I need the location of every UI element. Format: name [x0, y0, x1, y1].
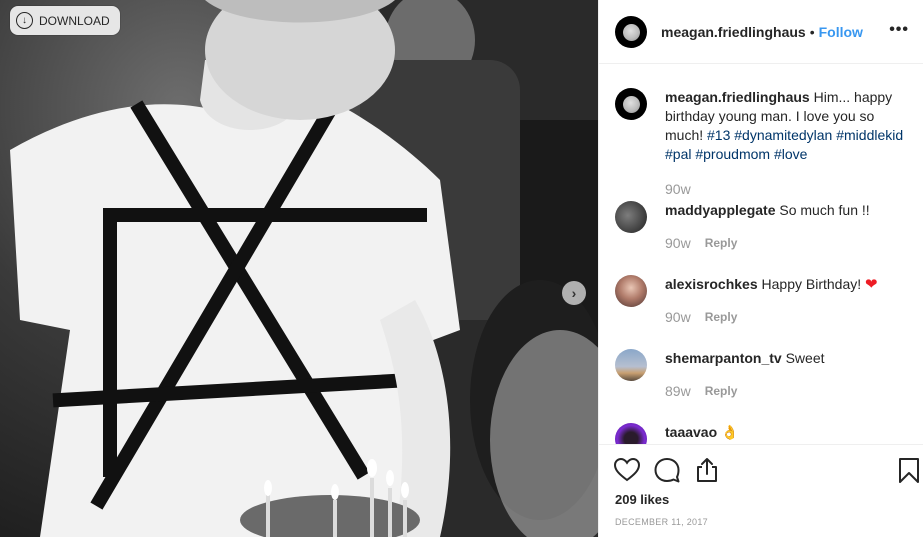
comment-meta: 90w: [665, 180, 908, 199]
post-actions: 209 likes DECEMBER 11, 2017: [599, 444, 923, 537]
download-button[interactable]: ↓ DOWNLOAD: [10, 6, 120, 35]
comment-text: alexisrochkes Happy Birthday! ❤: [665, 275, 878, 294]
separator-dot: •: [809, 23, 815, 40]
share-button[interactable]: [693, 456, 721, 484]
commenter-avatar[interactable]: [615, 88, 647, 120]
download-label: DOWNLOAD: [39, 13, 110, 28]
ok-hand-emoji-icon: 👌: [721, 424, 739, 440]
author-username[interactable]: meagan.friedlinghaus: [661, 24, 806, 40]
commenter-avatar[interactable]: [615, 275, 647, 307]
comment-body: Sweet: [785, 350, 825, 366]
hashtag-link[interactable]: #middlekid: [836, 127, 903, 143]
save-button[interactable]: [895, 456, 923, 484]
commenter-avatar[interactable]: [615, 423, 647, 444]
hashtag-link[interactable]: #proudmom: [695, 146, 770, 162]
comment-time[interactable]: 90w: [665, 308, 691, 327]
comment-time[interactable]: 90w: [665, 234, 691, 253]
commenter-avatar[interactable]: [615, 349, 647, 381]
likes-count[interactable]: 209 likes: [615, 492, 669, 507]
comment-text: taaavao 👌: [665, 423, 738, 442]
hashtag-link[interactable]: #pal: [665, 146, 691, 162]
comment-time[interactable]: 90w: [665, 180, 691, 199]
comment-time[interactable]: 89w: [665, 382, 691, 401]
author-avatar[interactable]: [615, 15, 647, 48]
reply-button[interactable]: Reply: [705, 234, 738, 253]
comment-text: meagan.friedlinghaus Him... happy birthd…: [665, 88, 908, 164]
comment-meta: 90w Reply: [665, 308, 878, 327]
comment-button[interactable]: [653, 456, 681, 484]
chevron-right-icon: ›: [571, 285, 577, 301]
hashtag-link[interactable]: #13: [707, 127, 730, 143]
post-date: DECEMBER 11, 2017: [615, 517, 708, 527]
next-photo-button[interactable]: ›: [562, 281, 586, 305]
reply-button[interactable]: Reply: [705, 382, 738, 401]
hashtag-link[interactable]: #love: [774, 146, 807, 162]
follow-button[interactable]: Follow: [819, 24, 863, 40]
comment-meta: 90w Reply: [665, 234, 870, 253]
comment-body: So much fun !!: [779, 202, 870, 218]
heart-outline-icon: [613, 457, 641, 482]
hashtag-link[interactable]: #dynamitedylan: [734, 127, 832, 143]
bookmark-icon: [899, 458, 919, 483]
caption-comment: meagan.friedlinghaus Him... happy birthd…: [615, 88, 908, 199]
comment-bubble-icon: [654, 458, 680, 483]
comment-username[interactable]: alexisrochkes: [665, 276, 758, 292]
comment-body: Happy Birthday!: [761, 276, 862, 292]
comment-item: shemarpanton_tv Sweet 89w Reply: [615, 349, 908, 401]
commenter-avatar[interactable]: [615, 201, 647, 233]
photo-illustration: [10, 0, 598, 537]
post-header: meagan.friedlinghaus • Follow •••: [599, 0, 923, 64]
comment-item: maddyapplegate So much fun !! 90w Reply: [615, 201, 908, 253]
red-heart-emoji-icon: ❤: [865, 276, 878, 293]
comment-item: taaavao 👌: [615, 423, 908, 444]
comment-text: shemarpanton_tv Sweet: [665, 349, 825, 368]
comment-username[interactable]: taaavao: [665, 424, 717, 440]
post-side-panel: meagan.friedlinghaus • Follow ••• meagan…: [598, 0, 923, 537]
download-circle-icon: ↓: [16, 12, 33, 29]
share-upload-icon: [697, 458, 717, 482]
comment-item: alexisrochkes Happy Birthday! ❤ 90w Repl…: [615, 275, 908, 327]
post-photo[interactable]: ↓ DOWNLOAD ›: [0, 0, 598, 537]
comment-username[interactable]: maddyapplegate: [665, 202, 775, 218]
more-options-icon[interactable]: •••: [889, 22, 909, 38]
comments-list[interactable]: meagan.friedlinghaus Him... happy birthd…: [599, 64, 923, 444]
comment-meta: 89w Reply: [665, 382, 825, 401]
comment-username[interactable]: meagan.friedlinghaus: [665, 89, 810, 105]
reply-button[interactable]: Reply: [705, 308, 738, 327]
comment-text: maddyapplegate So much fun !!: [665, 201, 870, 220]
comment-username[interactable]: shemarpanton_tv: [665, 350, 782, 366]
like-button[interactable]: [613, 456, 641, 484]
